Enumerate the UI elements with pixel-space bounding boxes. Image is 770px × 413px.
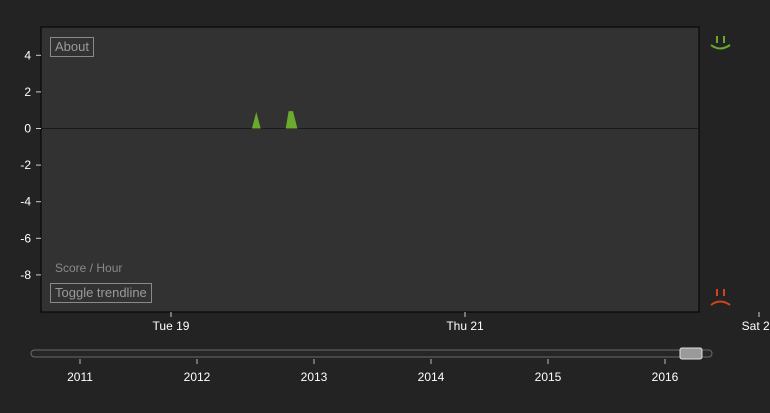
x-tick-label: Sat 23 — [742, 319, 770, 333]
y-tick-label: -8 — [20, 268, 31, 282]
timeline-year-label: 2012 — [184, 370, 211, 384]
y-tick-label: -4 — [20, 195, 31, 209]
timeline-year-label: 2016 — [652, 370, 679, 384]
about-button[interactable]: About — [50, 37, 94, 57]
dashboard: 420-2-4-6-8Tue 19Thu 21Sat 23Mon 2520112… — [0, 0, 770, 413]
y-tick-label: 2 — [24, 85, 31, 99]
timeline-track[interactable] — [30, 349, 713, 358]
y-tick-label: -6 — [20, 231, 31, 245]
happy-face-icon — [710, 44, 731, 50]
x-tick-label: Thu 21 — [446, 319, 484, 333]
y-tick-label: -2 — [20, 158, 31, 172]
timeline-year-label: 2013 — [301, 370, 328, 384]
score-per-hour-label: Score / Hour — [55, 261, 123, 275]
plot-area — [40, 26, 700, 313]
toggle-trendline-button[interactable]: Toggle trendline — [50, 283, 152, 303]
y-tick-label: 4 — [24, 48, 31, 62]
timeline-year-label: 2014 — [418, 370, 445, 384]
sad-face-icon — [710, 300, 731, 306]
timeline-year-label: 2015 — [535, 370, 562, 384]
timeline-year-label: 2011 — [67, 370, 93, 384]
x-tick-label: Tue 19 — [153, 319, 190, 333]
y-tick-label: 0 — [24, 122, 31, 136]
score-chart: 420-2-4-6-8Tue 19Thu 21Sat 23Mon 2520112… — [20, 26, 770, 384]
timeline-handle[interactable] — [679, 347, 703, 360]
